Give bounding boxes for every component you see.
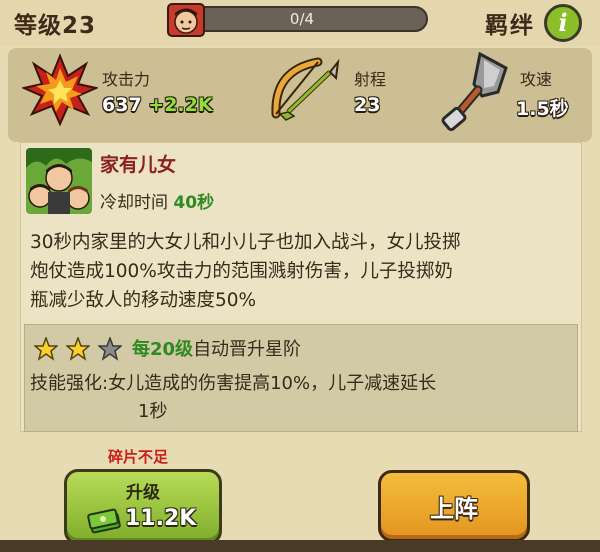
speed-value: 1.5秒 (516, 98, 569, 120)
deploy-button[interactable]: 上阵 (378, 470, 530, 542)
attack-bonus: +2.2K (148, 94, 213, 116)
hero-avatar-icon (167, 3, 205, 37)
promote-interval: 每20级 (132, 339, 194, 360)
description-line: 30秒内家里的大女儿和小儿子也加入战斗，女儿投掷 (30, 232, 461, 253)
level-label: 等级23 (14, 13, 97, 39)
description-line: 炮仗造成100%攻击力的范围溅射伤害，儿子投掷奶 (30, 261, 453, 282)
attack-label: 攻击力 (102, 70, 151, 89)
speed-label: 攻速 (520, 70, 553, 89)
enhance-line: 1秒 (138, 401, 168, 422)
attack-value: 637 +2.2K (102, 94, 213, 116)
insufficient-fragments-warning: 碎片不足 (108, 448, 169, 466)
description-line: 瓶减少敌人的移动速度50% (30, 290, 257, 311)
shovel-icon (441, 51, 508, 132)
cooldown-row: 冷却时间 40秒 (100, 188, 214, 213)
bottom-border (0, 540, 600, 552)
upgrade-button[interactable]: 升级 11.2K (64, 469, 222, 545)
fire-icon (22, 53, 98, 127)
enhance-line: 技能强化:女儿造成的伤害提高10%，儿子减速延长 (30, 373, 437, 394)
range-label: 射程 (354, 70, 387, 89)
skill-name: 家有儿女 (100, 154, 177, 176)
upgrade-cost: 11.2K (125, 506, 197, 531)
cooldown-label: 冷却时间 (100, 193, 168, 213)
skill-description: 30秒内家里的大女儿和小儿子也加入战斗，女儿投掷 炮仗造成100%攻击力的范围溅… (30, 228, 578, 315)
deploy-label: 上阵 (430, 495, 478, 523)
skill-portrait-icon (26, 148, 92, 214)
promote-label: 自动晋升星阶 (193, 339, 302, 360)
star-empty-icon (98, 337, 122, 361)
auto-promote-row: 每20级自动晋升星阶 (132, 335, 301, 361)
fragment-progress-text: 0/4 (289, 10, 315, 28)
star-filled-icon (66, 337, 90, 361)
info-icon[interactable]: i (544, 4, 582, 42)
bond-button[interactable]: 羁绊 (485, 6, 535, 40)
attack-base: 637 (102, 94, 142, 116)
upgrade-label: 升级 (126, 483, 160, 503)
star-filled-icon (34, 337, 58, 361)
cooldown-value: 40秒 (173, 193, 215, 213)
bow-icon (271, 57, 340, 121)
cash-icon (87, 508, 121, 534)
skill-enhance-text: 技能强化:女儿造成的伤害提高10%，儿子减速延长 1秒 (30, 370, 436, 426)
range-value: 23 (354, 94, 381, 116)
